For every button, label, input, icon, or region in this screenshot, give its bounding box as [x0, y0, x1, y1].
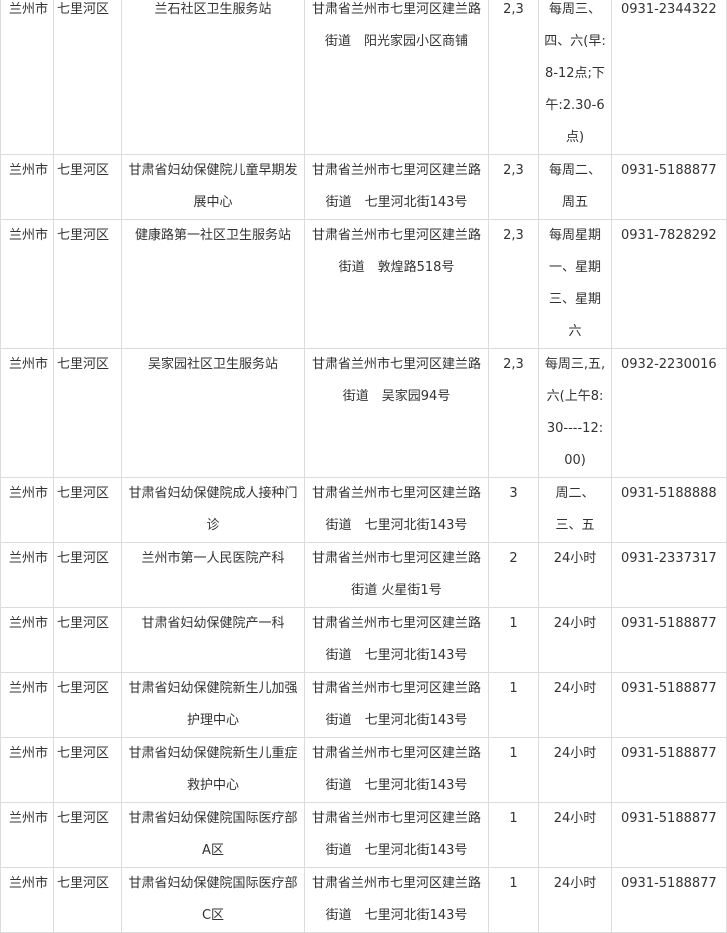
- district-cell: 七里河区: [53, 219, 122, 349]
- site-name-cell: 甘肃省妇幼保健院新生儿加强护理中心: [121, 672, 305, 738]
- table-row: 兰州市 七里河区 甘肃省妇幼保健院成人接种门诊 甘肃省兰州市七里河区建兰路街道 七里河…: [0, 477, 727, 543]
- table-row: 兰州市 七里河区 兰石社区卫生服务站 甘肃省兰州市七里河区建兰路街道 阳光家园小区商铺…: [0, 0, 727, 155]
- phone-cell: 0931-5188877: [611, 737, 727, 803]
- service-level-cell: 1: [488, 867, 539, 933]
- service-level-cell: 2,3: [488, 348, 539, 478]
- district-cell: 七里河区: [53, 867, 122, 933]
- city-cell: 兰州市: [0, 607, 54, 673]
- service-time-cell: 24小时: [538, 607, 612, 673]
- district-cell: 七里河区: [53, 154, 122, 220]
- service-level-cell: 3: [488, 477, 539, 543]
- table-row: 兰州市 七里河区 甘肃省妇幼保健院产一科 甘肃省兰州市七里河区建兰路街道 七里河北街1…: [0, 607, 727, 673]
- city-cell: 兰州市: [0, 348, 54, 478]
- site-name-cell: 甘肃省妇幼保健院成人接种门诊: [121, 477, 305, 543]
- phone-cell: 0931-5188888: [611, 477, 727, 543]
- address-cell: 甘肃省兰州市七里河区建兰路街道 吴家园94号: [304, 348, 489, 478]
- table-row: 兰州市 七里河区 甘肃省妇幼保健院新生儿加强护理中心 甘肃省兰州市七里河区建兰路街道 …: [0, 672, 727, 738]
- site-name-cell: 甘肃省妇幼保健院产一科: [121, 607, 305, 673]
- phone-cell: 0931-5188877: [611, 867, 727, 933]
- service-time-cell: 24小时: [538, 672, 612, 738]
- table-row: 兰州市 七里河区 甘肃省妇幼保健院儿童早期发展中心 甘肃省兰州市七里河区建兰路街道 七…: [0, 154, 727, 220]
- district-cell: 七里河区: [53, 802, 122, 868]
- phone-cell: 0931-5188877: [611, 802, 727, 868]
- phone-cell: 0931-5188877: [611, 607, 727, 673]
- address-cell: 甘肃省兰州市七里河区建兰路街道 七里河北街143号: [304, 867, 489, 933]
- address-cell: 甘肃省兰州市七里河区建兰路街道 七里河北街143号: [304, 737, 489, 803]
- table-row: 兰州市 七里河区 健康路第一社区卫生服务站 甘肃省兰州市七里河区建兰路街道 敦煌路51…: [0, 219, 727, 349]
- city-cell: 兰州市: [0, 154, 54, 220]
- site-name-cell: 甘肃省妇幼保健院国际医疗部C区: [121, 867, 305, 933]
- address-cell: 甘肃省兰州市七里河区建兰路街道 阳光家园小区商铺: [304, 0, 489, 155]
- district-cell: 七里河区: [53, 348, 122, 478]
- phone-cell: 0931-7828292: [611, 219, 727, 349]
- address-cell: 甘肃省兰州市七里河区建兰路街道 七里河北街143号: [304, 672, 489, 738]
- table-row: 兰州市 七里河区 吴家园社区卫生服务站 甘肃省兰州市七里河区建兰路街道 吴家园94号 2…: [0, 348, 727, 478]
- service-time-cell: 周二、三、五: [538, 477, 612, 543]
- city-cell: 兰州市: [0, 737, 54, 803]
- table-body: 兰州市 七里河区 兰石社区卫生服务站 甘肃省兰州市七里河区建兰路街道 阳光家园小区商铺…: [0, 0, 727, 933]
- address-cell: 甘肃省兰州市七里河区建兰路街道 七里河北街143号: [304, 154, 489, 220]
- city-cell: 兰州市: [0, 802, 54, 868]
- city-cell: 兰州市: [0, 672, 54, 738]
- service-time-cell: 每周星期一、星期三、星期六: [538, 219, 612, 349]
- vaccination-sites-table: 兰州市 七里河区 兰石社区卫生服务站 甘肃省兰州市七里河区建兰路街道 阳光家园小区商铺…: [0, 0, 727, 933]
- district-cell: 七里河区: [53, 737, 122, 803]
- address-cell: 甘肃省兰州市七里河区建兰路街道 火星街1号: [304, 542, 489, 608]
- city-cell: 兰州市: [0, 0, 54, 155]
- service-level-cell: 1: [488, 737, 539, 803]
- table-row: 兰州市 七里河区 甘肃省妇幼保健院国际医疗部C区 甘肃省兰州市七里河区建兰路街道 七里…: [0, 867, 727, 933]
- city-cell: 兰州市: [0, 477, 54, 543]
- service-time-cell: 24小时: [538, 737, 612, 803]
- service-level-cell: 2: [488, 542, 539, 608]
- phone-cell: 0931-5188877: [611, 154, 727, 220]
- district-cell: 七里河区: [53, 542, 122, 608]
- phone-cell: 0931-2337317: [611, 542, 727, 608]
- service-level-cell: 2,3: [488, 154, 539, 220]
- site-name-cell: 兰州市第一人民医院产科: [121, 542, 305, 608]
- city-cell: 兰州市: [0, 219, 54, 349]
- phone-cell: 0932-2230016: [611, 348, 727, 478]
- address-cell: 甘肃省兰州市七里河区建兰路街道 七里河北街143号: [304, 802, 489, 868]
- address-cell: 甘肃省兰州市七里河区建兰路街道 七里河北街143号: [304, 477, 489, 543]
- table-row: 兰州市 七里河区 甘肃省妇幼保健院国际医疗部A区 甘肃省兰州市七里河区建兰路街道 七里…: [0, 802, 727, 868]
- service-time-cell: 24小时: [538, 542, 612, 608]
- city-cell: 兰州市: [0, 542, 54, 608]
- address-cell: 甘肃省兰州市七里河区建兰路街道 敦煌路518号: [304, 219, 489, 349]
- service-level-cell: 1: [488, 802, 539, 868]
- service-level-cell: 2,3: [488, 0, 539, 155]
- phone-cell: 0931-2344322: [611, 0, 727, 155]
- site-name-cell: 兰石社区卫生服务站: [121, 0, 305, 155]
- service-time-cell: 每周三,五,六(上午8:30----12:00): [538, 348, 612, 478]
- site-name-cell: 甘肃省妇幼保健院国际医疗部A区: [121, 802, 305, 868]
- district-cell: 七里河区: [53, 477, 122, 543]
- address-cell: 甘肃省兰州市七里河区建兰路街道 七里河北街143号: [304, 607, 489, 673]
- site-name-cell: 甘肃省妇幼保健院儿童早期发展中心: [121, 154, 305, 220]
- service-time-cell: 每周三、四、六(早:8-12点;下午:2.30-6点): [538, 0, 612, 155]
- district-cell: 七里河区: [53, 607, 122, 673]
- service-time-cell: 24小时: [538, 867, 612, 933]
- city-cell: 兰州市: [0, 867, 54, 933]
- service-time-cell: 24小时: [538, 802, 612, 868]
- district-cell: 七里河区: [53, 0, 122, 155]
- service-level-cell: 2,3: [488, 219, 539, 349]
- table-row: 兰州市 七里河区 兰州市第一人民医院产科 甘肃省兰州市七里河区建兰路街道 火星街1号 2…: [0, 542, 727, 608]
- site-name-cell: 吴家园社区卫生服务站: [121, 348, 305, 478]
- service-level-cell: 1: [488, 607, 539, 673]
- district-cell: 七里河区: [53, 672, 122, 738]
- service-time-cell: 每周二、周五: [538, 154, 612, 220]
- table-row: 兰州市 七里河区 甘肃省妇幼保健院新生儿重症救护中心 甘肃省兰州市七里河区建兰路街道 …: [0, 737, 727, 803]
- site-name-cell: 健康路第一社区卫生服务站: [121, 219, 305, 349]
- phone-cell: 0931-5188877: [611, 672, 727, 738]
- site-name-cell: 甘肃省妇幼保健院新生儿重症救护中心: [121, 737, 305, 803]
- service-level-cell: 1: [488, 672, 539, 738]
